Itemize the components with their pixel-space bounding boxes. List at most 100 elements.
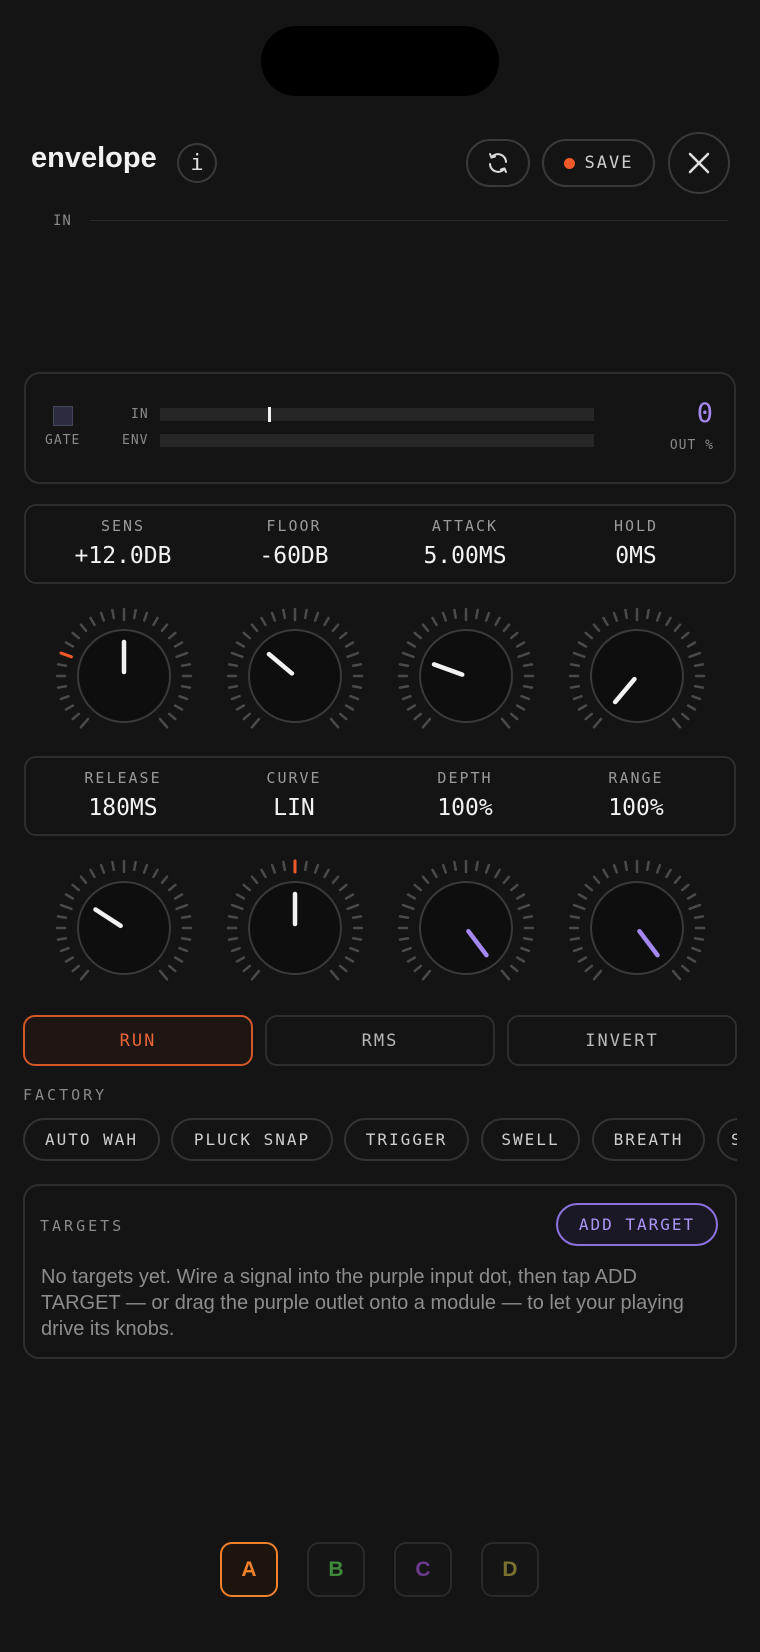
knob-tick [515, 641, 526, 648]
knob[interactable] [226, 607, 364, 729]
preset-chip-pluck-snap[interactable]: PLUCK SNAP [171, 1118, 333, 1161]
knob-tick [624, 860, 629, 872]
knob-tick [282, 608, 287, 620]
knob-tick [680, 631, 690, 640]
knob-tick [173, 641, 184, 648]
preset-chip-partial[interactable]: S [717, 1118, 737, 1161]
knob-tick [515, 893, 526, 900]
knob-tick [64, 704, 75, 711]
preset-chip-swell[interactable]: SWELL [481, 1118, 580, 1161]
preset-chip-breath[interactable]: BREATH [592, 1118, 705, 1161]
knob-tick [584, 964, 594, 973]
knob-tick [500, 717, 511, 729]
knob-tick [71, 712, 81, 721]
knob-tick [99, 863, 106, 874]
knob-tick [421, 969, 432, 981]
knob-tick [645, 608, 650, 620]
knob-tick [398, 663, 410, 668]
knob-tick [453, 860, 458, 872]
knob-tick [313, 611, 320, 622]
knob-tick [167, 883, 177, 892]
knob-tick [178, 694, 189, 701]
knob-tick [502, 623, 511, 633]
knob-tick [522, 915, 534, 920]
knob-tick [230, 903, 244, 911]
knob-tick [71, 631, 81, 640]
knob-tick [303, 608, 308, 620]
knob-tick [602, 616, 609, 627]
knob-tick [515, 956, 526, 963]
knob-tick [413, 631, 423, 640]
rms-toggle[interactable]: RMS [265, 1015, 495, 1066]
knob-body [77, 881, 171, 975]
knob-tick [89, 868, 96, 879]
knob-tick [671, 969, 682, 981]
knob-tick [346, 651, 360, 659]
knob-tick [142, 863, 149, 874]
knob-tick [235, 641, 246, 648]
knob[interactable] [568, 859, 706, 981]
knob-tick [441, 611, 448, 622]
knob-tick [693, 684, 705, 689]
slot-b-button[interactable]: B [307, 1542, 365, 1597]
knob-tick [56, 684, 68, 689]
knob-tick [691, 946, 702, 953]
knob-tick [160, 875, 169, 885]
knob-tick [494, 616, 501, 627]
preset-chip-list[interactable]: AUTO WAH PLUCK SNAP TRIGGER SWELL BREATH… [23, 1118, 737, 1162]
knob[interactable] [226, 859, 364, 981]
knob-tick [227, 684, 239, 689]
invert-toggle[interactable]: INVERT [507, 1015, 737, 1066]
run-toggle[interactable]: RUN [23, 1015, 253, 1066]
knob-tick [686, 641, 697, 648]
knob-tick [431, 616, 438, 627]
knob[interactable] [55, 607, 193, 729]
knob[interactable] [568, 607, 706, 729]
knob-tick [577, 956, 588, 963]
knob-tick [158, 717, 169, 729]
knob-tick [686, 893, 697, 900]
slot-c-button[interactable]: C [394, 1542, 452, 1597]
knob-tick [260, 868, 267, 879]
preset-chip-trigger[interactable]: TRIGGER [344, 1118, 469, 1161]
knob-tick [227, 936, 239, 941]
knob-tick [686, 956, 697, 963]
knob-tick [421, 717, 432, 729]
add-target-button[interactable]: ADD TARGET [556, 1203, 718, 1246]
knob-tick [351, 936, 363, 941]
knob-tick [592, 969, 603, 981]
knob-tick [323, 616, 330, 627]
knob[interactable] [397, 859, 535, 981]
slot-a-button[interactable]: A [220, 1542, 278, 1597]
knob-tick [398, 915, 410, 920]
knob-tick [71, 964, 81, 973]
knob-tick [572, 946, 583, 953]
knob-tick [344, 641, 355, 648]
knob-tick [680, 712, 690, 721]
knob-tick [250, 875, 259, 885]
knob-tick [665, 616, 672, 627]
knob-tick [494, 868, 501, 879]
knob-tick [413, 712, 423, 721]
knob-tick [59, 946, 70, 953]
preset-chip-auto-wah[interactable]: AUTO WAH [23, 1118, 160, 1161]
knob-tick [572, 651, 586, 659]
knob-tick [282, 860, 287, 872]
knob-tick [577, 704, 588, 711]
knob[interactable] [55, 859, 193, 981]
knob-tick [132, 608, 137, 620]
knob-tick [89, 616, 96, 627]
knob-tick [592, 875, 601, 885]
knob-tick [180, 663, 192, 668]
knob-tick [612, 863, 619, 874]
knob-tick [344, 956, 355, 963]
knob-body [419, 629, 513, 723]
knob-tick [242, 631, 252, 640]
knob-tick [349, 946, 360, 953]
knob[interactable] [397, 607, 535, 729]
knob-tick [160, 623, 169, 633]
slot-d-button[interactable]: D [481, 1542, 539, 1597]
knob-tick [522, 663, 534, 668]
knob-tick [441, 863, 448, 874]
knob-tick [624, 608, 629, 620]
